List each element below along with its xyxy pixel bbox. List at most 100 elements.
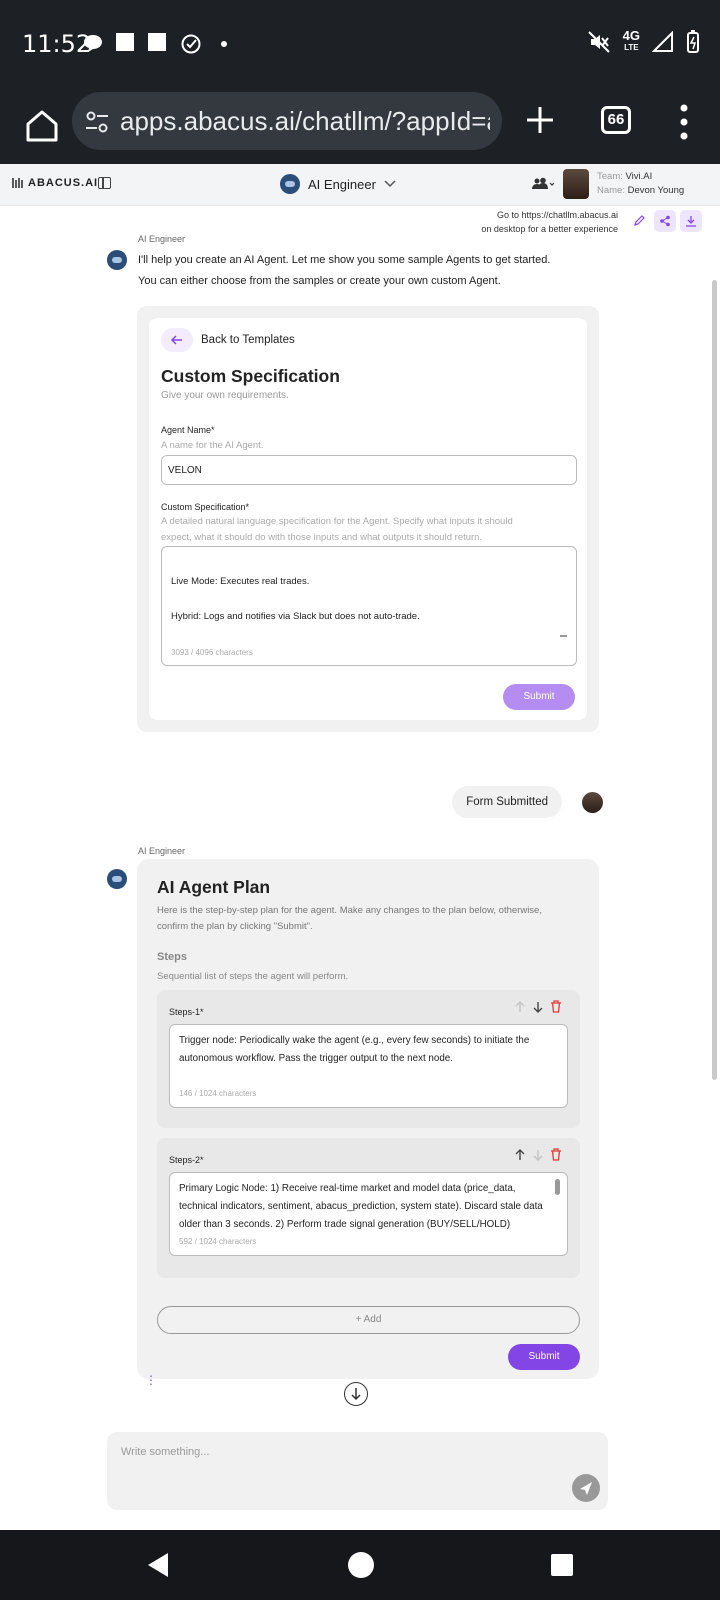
agent-plan-card: AI Agent Plan Here is the step-by-step p… xyxy=(137,859,599,1379)
steps-subtitle: Sequential list of steps the agent will … xyxy=(157,971,349,982)
send-icon xyxy=(580,1482,592,1495)
arrow-down-icon[interactable] xyxy=(532,1001,544,1013)
share-button[interactable] xyxy=(654,210,676,232)
plan-title: AI Agent Plan xyxy=(157,877,271,897)
message-sender: AI Engineer xyxy=(138,234,186,244)
desktop-note-line2: on desktop for a better experience xyxy=(481,224,618,234)
bot-avatar xyxy=(107,250,127,270)
agent-name-field[interactable] xyxy=(161,455,577,485)
arrow-down-icon[interactable] xyxy=(532,1149,544,1161)
status-bar: 11:52 4G LTE xyxy=(0,0,720,90)
message-composer xyxy=(107,1432,608,1510)
custom-spec-help-line2: expect, what it should do with those inp… xyxy=(161,532,483,543)
step-label: Steps-1* xyxy=(169,1007,204,1017)
abacus-logo-icon xyxy=(12,178,23,188)
battery-icon xyxy=(687,30,699,53)
custom-spec-card: Back to Templates Custom Specification G… xyxy=(137,306,599,732)
spec-char-count: 3093 / 4096 characters xyxy=(171,648,253,657)
nav-home-icon[interactable] xyxy=(348,1552,374,1578)
browser-toolbar: apps.abacus.ai/chatllm/?appId=ai_ 66 xyxy=(0,90,720,164)
team-icon[interactable] xyxy=(532,177,554,191)
custom-spec-textarea[interactable]: Live Mode: Executes real trades. Hybrid:… xyxy=(161,546,577,666)
status-time: 11:52 xyxy=(22,30,92,58)
bot-message-line2: You can either choose from the samples o… xyxy=(138,275,501,287)
step-textarea[interactable]: Trigger node: Periodically wake the agen… xyxy=(169,1024,568,1108)
url-text[interactable]: apps.abacus.ai/chatllm/?appId=ai_ xyxy=(120,106,490,137)
name-label: Name: xyxy=(597,185,625,196)
spec-submit-button[interactable]: Submit xyxy=(503,684,575,710)
user-avatar[interactable] xyxy=(563,169,589,199)
nav-back-icon[interactable] xyxy=(146,1552,170,1578)
home-icon[interactable] xyxy=(20,104,64,148)
desktop-note: Go to https://chatllm.abacus.ai on deskt… xyxy=(481,208,618,236)
agent-name: AI Engineer xyxy=(308,176,376,192)
custom-spec-help-line1: A detailed natural language specificatio… xyxy=(161,516,513,527)
app-header: ABACUS.AI AI Engineer Team: Vivi.AI Name… xyxy=(0,164,720,206)
square-notification-icon xyxy=(116,33,134,51)
arrow-left-icon xyxy=(161,328,193,352)
arrow-up-icon[interactable] xyxy=(514,1000,526,1013)
edit-button[interactable] xyxy=(628,210,650,232)
address-bar[interactable]: apps.abacus.ai/chatllm/?appId=ai_ xyxy=(72,92,502,150)
message-input[interactable] xyxy=(121,1446,521,1458)
chat-area[interactable]: Go to https://chatllm.abacus.ai on deskt… xyxy=(0,206,720,1530)
step-label: Steps-2* xyxy=(169,1155,204,1165)
network-indicator: 4G LTE xyxy=(622,28,640,54)
trash-icon[interactable] xyxy=(550,1148,562,1161)
scroll-to-bottom-button[interactable] xyxy=(344,1382,368,1406)
network-type: 4G xyxy=(622,28,640,43)
step-text: Trigger node: Periodically wake the agen… xyxy=(179,1035,530,1064)
site-settings-icon[interactable] xyxy=(84,109,110,135)
agent-name-label: Agent Name* xyxy=(161,425,215,435)
share-icon xyxy=(660,215,670,227)
message-sender: AI Engineer xyxy=(138,846,186,856)
textarea-resize-handle[interactable] xyxy=(560,635,567,637)
abacus-logo[interactable]: ABACUS.AI xyxy=(12,177,98,189)
custom-spec-form: Back to Templates Custom Specification G… xyxy=(149,318,587,720)
team-value: Vivi.AI xyxy=(625,171,653,182)
chevron-down-icon xyxy=(384,180,396,188)
back-to-templates-button[interactable]: Back to Templates xyxy=(161,328,295,352)
signal-icon xyxy=(652,31,673,52)
step-char-count: 592 / 1024 characters xyxy=(179,1237,257,1246)
step-controls xyxy=(514,1148,562,1161)
step-item: Steps-1* Trigger node: Periodically wake… xyxy=(157,990,580,1128)
step-item: Steps-2* Primary Logic Node: 1) Receive … xyxy=(157,1138,580,1278)
agent-avatar xyxy=(280,174,300,194)
bot-message-text: I'll help you create an AI Agent. Let me… xyxy=(138,250,598,292)
download-button[interactable] xyxy=(680,210,702,232)
arrow-up-icon[interactable] xyxy=(514,1148,526,1161)
custom-spec-help: A detailed natural language specificatio… xyxy=(161,514,561,546)
plan-submit-button[interactable]: Submit xyxy=(508,1344,580,1370)
step-controls xyxy=(514,1000,562,1013)
custom-spec-label: Custom Specification* xyxy=(161,502,250,512)
step-textarea[interactable]: Primary Logic Node: 1) Receive real-time… xyxy=(169,1172,568,1256)
network-sub: LTE xyxy=(624,43,639,52)
nav-recents-icon[interactable] xyxy=(551,1554,573,1576)
bot-avatar xyxy=(107,869,127,889)
spec-text-line: Hybrid: Logs and notifies via Slack but … xyxy=(171,611,420,622)
agent-name-help: A name for the AI Agent. xyxy=(161,440,264,451)
step-text: Primary Logic Node: 1) Receive real-time… xyxy=(179,1183,543,1230)
overflow-menu-icon[interactable] xyxy=(678,102,690,142)
trash-icon[interactable] xyxy=(550,1000,562,1013)
add-step-button[interactable]: + Add xyxy=(157,1306,580,1334)
logo-text: ABACUS.AI xyxy=(28,177,99,189)
plan-description: Here is the step-by-step plan for the ag… xyxy=(157,903,577,935)
plan-desc-line1: Here is the step-by-step plan for the ag… xyxy=(157,905,542,916)
plan-desc-line2: confirm the plan by clicking "Submit". xyxy=(157,921,313,932)
agent-selector[interactable]: AI Engineer xyxy=(280,174,396,194)
steps-heading: Steps xyxy=(157,951,187,963)
more-options-icon[interactable]: ⋮ xyxy=(145,1373,157,1387)
tab-switcher-button[interactable]: 66 xyxy=(601,106,631,134)
step-textarea-scrollbar[interactable] xyxy=(555,1179,560,1195)
sidebar-toggle-icon[interactable] xyxy=(98,177,111,189)
square-notification-icon xyxy=(148,33,166,51)
bot-message-line1: I'll help you create an AI Agent. Let me… xyxy=(138,254,551,266)
send-button[interactable] xyxy=(572,1474,600,1502)
chat-scrollbar[interactable] xyxy=(712,280,717,1080)
new-tab-icon[interactable] xyxy=(524,104,556,136)
spec-title: Custom Specification xyxy=(161,366,340,386)
name-value: Devon Young xyxy=(627,185,685,196)
check-circle-icon xyxy=(181,34,201,54)
